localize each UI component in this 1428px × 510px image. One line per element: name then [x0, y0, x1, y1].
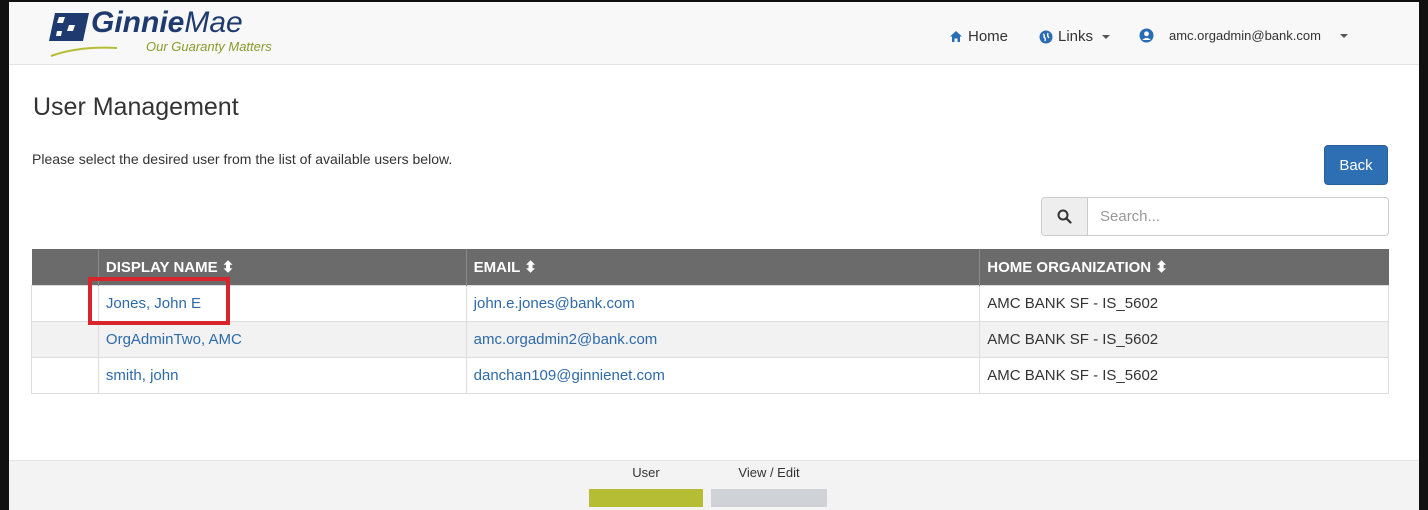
header-home-organization[interactable]: HOME ORGANIZATION ⬍ — [979, 249, 1389, 285]
row-select-cell — [31, 356, 99, 394]
back-button[interactable]: Back — [1324, 145, 1388, 185]
logo-wordmark: GinnieMae — [91, 6, 243, 39]
user-display-name-link[interactable]: Jones, John E — [106, 295, 201, 312]
progress-footer: User View / Edit — [9, 460, 1419, 510]
table-row[interactable]: Jones, John E john.e.jones@bank.com AMC … — [31, 284, 1389, 322]
user-email-link[interactable]: john.e.jones@bank.com — [474, 295, 635, 312]
user-home-org: AMC BANK SF - IS_5602 — [979, 320, 1389, 358]
progress-step-label: User — [632, 465, 660, 480]
logo-tagline: Our Guaranty Matters — [146, 39, 272, 54]
user-email-link[interactable]: amc.orgadmin2@bank.com — [474, 331, 658, 348]
table-row[interactable]: OrgAdminTwo, AMC amc.orgadmin2@bank.com … — [31, 320, 1389, 358]
header-display-name[interactable]: DISPLAY NAME ⬍ — [97, 249, 467, 285]
nav-home-link[interactable]: Home — [949, 28, 1008, 45]
nav-user-email: amc.orgadmin@bank.com — [1169, 28, 1321, 43]
chevron-down-icon — [1102, 34, 1111, 39]
search-addon — [1042, 198, 1088, 235]
user-display-name-link[interactable]: smith, john — [106, 367, 179, 384]
user-email-link[interactable]: danchan109@ginnienet.com — [474, 367, 665, 384]
progress-step-view-edit: View / Edit — [711, 465, 827, 507]
nav-user-dropdown[interactable]: amc.orgadmin@bank.com — [1139, 28, 1348, 43]
nav-links-dropdown[interactable]: Links — [1039, 28, 1111, 45]
logo-swoosh-icon — [50, 46, 118, 57]
nav-links-label: Links — [1058, 28, 1094, 45]
table-row[interactable]: smith, john danchan109@ginnienet.com AMC… — [31, 356, 1389, 394]
user-home-org: AMC BANK SF - IS_5602 — [979, 284, 1389, 322]
logo-mark-icon — [49, 13, 89, 41]
table-header-row: DISPLAY NAME ⬍ EMAIL ⬍ HOME ORGANIZATION… — [31, 249, 1389, 285]
chevron-down-icon — [1339, 33, 1348, 38]
row-select-cell — [31, 284, 99, 322]
page-title: User Management — [33, 93, 239, 121]
progress-step-bar — [711, 489, 827, 507]
search-box — [1041, 197, 1389, 236]
header-email[interactable]: EMAIL ⬍ — [465, 249, 980, 285]
globe-icon — [1039, 30, 1053, 43]
user-circle-icon — [1139, 28, 1154, 43]
row-select-cell — [31, 320, 99, 358]
ginnie-mae-logo[interactable]: GinnieMae Our Guaranty Matters — [49, 6, 309, 62]
user-display-name-link[interactable]: OrgAdminTwo, AMC — [106, 331, 242, 348]
page-instructions: Please select the desired user from the … — [32, 151, 453, 167]
nav-home-label: Home — [968, 28, 1009, 45]
search-input[interactable] — [1088, 198, 1388, 235]
users-table: DISPLAY NAME ⬍ EMAIL ⬍ HOME ORGANIZATION… — [31, 249, 1389, 394]
progress-step-label: View / Edit — [738, 465, 800, 480]
progress-step-user: User — [589, 465, 703, 507]
top-navbar: GinnieMae Our Guaranty Matters Home Link… — [9, 2, 1419, 65]
search-icon — [1057, 209, 1072, 224]
home-icon — [950, 31, 962, 42]
progress-step-bar — [589, 489, 703, 507]
user-home-org: AMC BANK SF - IS_5602 — [979, 356, 1389, 394]
header-select-column — [31, 249, 99, 285]
